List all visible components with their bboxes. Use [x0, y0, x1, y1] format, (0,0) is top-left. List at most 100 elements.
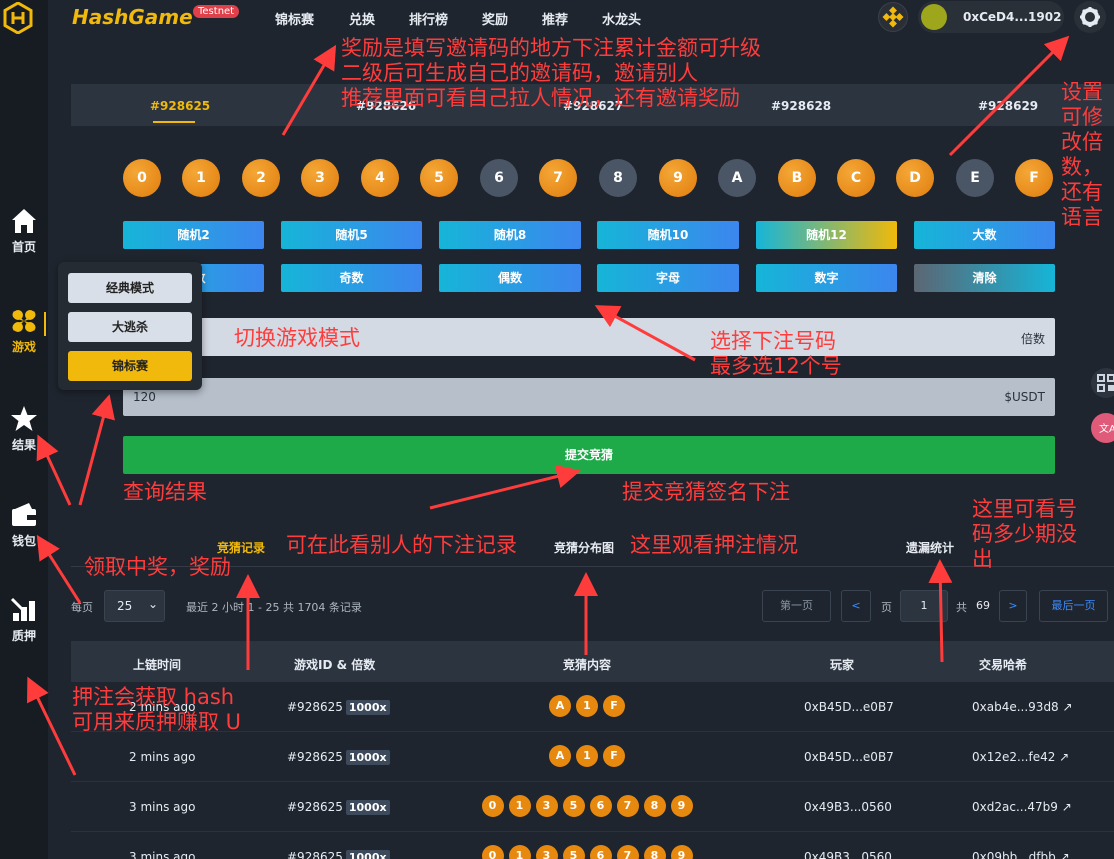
row-hash[interactable]: 0xd2ac...47b9 ↗: [972, 800, 1072, 814]
sidebar-item-home[interactable]: 首页: [0, 206, 48, 255]
number-ball-9[interactable]: 9: [659, 159, 697, 197]
pick-ball: 0: [481, 795, 504, 817]
row-game-id: #928625: [287, 850, 343, 859]
external-link-icon[interactable]: ↗: [1059, 700, 1073, 714]
mode-classic[interactable]: 经典模式: [68, 273, 192, 303]
avatar: [921, 4, 947, 30]
number-ball-a[interactable]: A: [718, 159, 756, 197]
wallet-address: 0xCeD4...1902: [963, 10, 1062, 24]
random-8-button[interactable]: 随机8: [439, 221, 581, 249]
tab-guess-records[interactable]: 竞猜记录: [217, 539, 265, 556]
sidebar-item-games[interactable]: 游戏: [0, 306, 48, 355]
nav-leaderboard[interactable]: 排行榜: [409, 9, 448, 28]
sidebar-item-wallet[interactable]: 钱包: [0, 500, 48, 549]
number-ball-5[interactable]: 5: [420, 159, 458, 197]
row-hash-text: 0x09bb...dfbb: [972, 850, 1056, 859]
translate-button[interactable]: 文A: [1091, 413, 1114, 443]
stake-icon: [10, 597, 35, 621]
number-ball-b[interactable]: B: [778, 159, 816, 197]
nav-faucet[interactable]: 水龙头: [602, 9, 641, 28]
row-hash-text: 0xab4e...93d8: [972, 700, 1059, 714]
number-ball-d[interactable]: D: [896, 159, 934, 197]
nav-rewards[interactable]: 奖励: [482, 9, 508, 28]
nav-exchange[interactable]: 兑换: [349, 9, 375, 28]
row-time: 2 mins ago: [129, 750, 196, 764]
hashgame-logo-icon[interactable]: [2, 2, 34, 34]
qr-button[interactable]: [1091, 368, 1114, 398]
clear-button[interactable]: 清除: [914, 264, 1055, 292]
external-link-icon[interactable]: ↗: [1058, 800, 1072, 814]
tab-round-1[interactable]: #928625: [150, 99, 210, 113]
external-link-icon[interactable]: ↗: [1055, 750, 1069, 764]
tab-round-5[interactable]: #928629: [978, 99, 1038, 113]
row-hash[interactable]: 0x12e2...fe42 ↗: [972, 750, 1069, 764]
number-ball-8[interactable]: 8: [599, 159, 637, 197]
random-10-button[interactable]: 随机10: [597, 221, 739, 249]
row-player[interactable]: 0xB45D...e0B7: [804, 700, 894, 714]
number-ball-7[interactable]: 7: [539, 159, 577, 197]
page-label: 页: [881, 601, 892, 614]
pick-ball: 9: [670, 845, 693, 859]
big-numbers-button[interactable]: 大数: [914, 221, 1055, 249]
bnb-icon: [882, 6, 904, 28]
number-ball-c[interactable]: C: [837, 159, 875, 197]
tab-guess-distribution[interactable]: 竞猜分布图: [554, 539, 614, 556]
settings-button[interactable]: [1074, 1, 1106, 33]
annotation-reward: 奖励是填写邀请码的地方下注累计金额可升级 二级后可生成自己的邀请码，邀请别人 推…: [341, 36, 761, 110]
sidebar-item-stake[interactable]: 质押: [0, 595, 48, 644]
col-hash: 交易哈希: [979, 658, 1028, 672]
pick-ball: F: [603, 745, 625, 767]
number-ball-e[interactable]: E: [956, 159, 994, 197]
row-player[interactable]: 0x49B3...0560: [804, 850, 892, 859]
random-2-button[interactable]: 随机2: [123, 221, 264, 249]
even-button[interactable]: 偶数: [439, 264, 581, 292]
annotation-select: 选择下注号码 最多选12个号: [710, 329, 842, 378]
random-12-button[interactable]: 随机12: [756, 221, 897, 249]
tab-underline: [153, 121, 195, 123]
prev-page-button[interactable]: <: [841, 590, 871, 622]
pick-ball: 1: [576, 745, 598, 767]
mode-battle-royale[interactable]: 大逃杀: [68, 312, 192, 342]
odd-button[interactable]: 奇数: [281, 264, 422, 292]
tab-round-4[interactable]: #928628: [771, 99, 831, 113]
nav-tournament[interactable]: 锦标赛: [275, 9, 314, 28]
tab-missing-stats[interactable]: 遗漏统计: [906, 539, 954, 556]
number-ball-4[interactable]: 4: [361, 159, 399, 197]
number-ball-f[interactable]: F: [1015, 159, 1053, 197]
wallet-button[interactable]: 0xCeD4...1902: [918, 1, 1064, 33]
row-hash[interactable]: 0x09bb...dfbb ↗: [972, 850, 1070, 859]
mode-tournament[interactable]: 锦标赛: [68, 351, 192, 381]
digits-button[interactable]: 数字: [756, 264, 897, 292]
table-row: 2 mins ago #928625 1000x A 1 F 0xB45D...e0B7 0x…: [71, 732, 1114, 782]
number-ball-6[interactable]: 6: [480, 159, 518, 197]
number-ball-0[interactable]: 0: [123, 159, 161, 197]
games-icon: [12, 310, 36, 332]
pick-ball: 5: [562, 795, 585, 817]
external-link-icon[interactable]: ↗: [1056, 850, 1070, 859]
pick-ball: 7: [616, 795, 639, 817]
letters-button[interactable]: 字母: [597, 264, 739, 292]
number-ball-3[interactable]: 3: [301, 159, 339, 197]
per-page-select[interactable]: 25 ⌄: [104, 590, 165, 622]
first-page-button[interactable]: 第一页: [762, 590, 831, 622]
sidebar-item-results[interactable]: 结果: [0, 404, 48, 453]
row-player[interactable]: 0xB45D...e0B7: [804, 750, 894, 764]
submit-guess-button[interactable]: 提交竞猜: [123, 436, 1055, 474]
number-ball-2[interactable]: 2: [242, 159, 280, 197]
star-icon: [11, 406, 37, 431]
sidebar-item-label: 游戏: [11, 340, 36, 354]
amount-input[interactable]: 120 $USDT: [123, 378, 1055, 416]
annotation-distribution: 这里观看押注情况: [630, 533, 798, 557]
pick-ball: 3: [535, 795, 558, 817]
random-5-button[interactable]: 随机5: [281, 221, 422, 249]
network-button[interactable]: [878, 2, 908, 32]
next-page-button[interactable]: >: [999, 590, 1027, 622]
row-hash[interactable]: 0xab4e...93d8 ↗: [972, 700, 1073, 714]
row-player[interactable]: 0x49B3...0560: [804, 800, 892, 814]
chevron-down-icon: ⌄: [147, 597, 158, 611]
nav-referral[interactable]: 推荐: [542, 9, 568, 28]
page-input[interactable]: 1: [900, 590, 948, 622]
number-ball-1[interactable]: 1: [182, 159, 220, 197]
brand-name[interactable]: HashGame: [72, 5, 193, 29]
last-page-button[interactable]: 最后一页: [1039, 590, 1108, 622]
